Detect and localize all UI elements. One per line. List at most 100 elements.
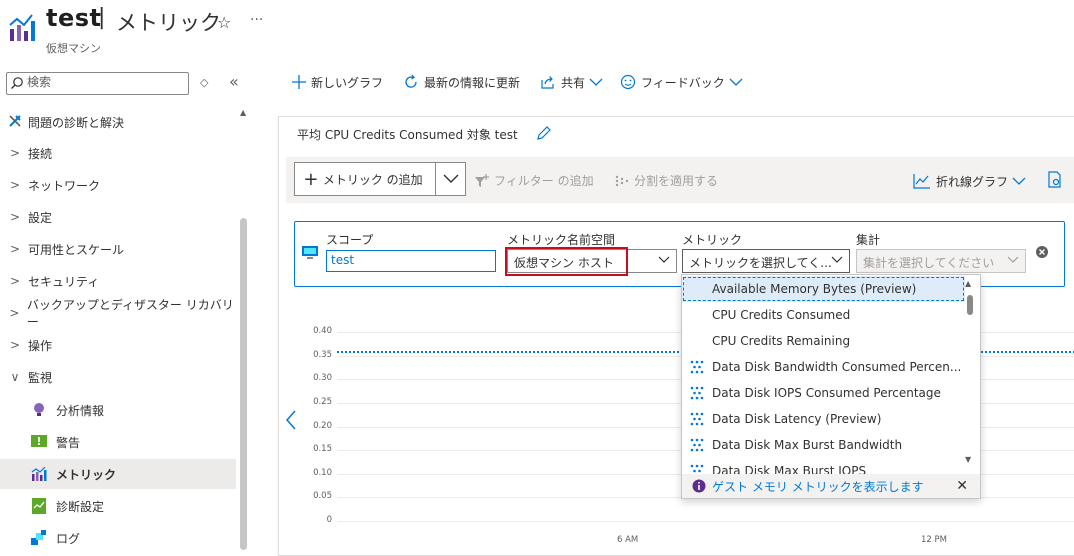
chevron-down-icon: ∨ <box>10 370 20 384</box>
virtual-machine-icon <box>302 246 318 259</box>
dropdown-option[interactable]: Available Memory Bytes (Preview) <box>682 276 965 302</box>
feedback-button[interactable]: フィードバック <box>620 72 743 92</box>
sidebar-item-connect[interactable]: > 接続 <box>0 138 236 168</box>
aggregation-label: 集計 <box>856 233 881 247</box>
sidebar-item-metrics[interactable]: メトリック <box>0 459 236 489</box>
star-icon[interactable]: ☆ <box>217 13 231 32</box>
dropdown-option[interactable]: Data Disk Latency (Preview) <box>682 406 965 432</box>
multi-dimension-icon <box>682 412 712 426</box>
blade-title: メトリック <box>116 11 221 35</box>
sidebar-item-security[interactable]: > セキュリティ <box>0 266 236 296</box>
sidebar-item-network[interactable]: > ネットワーク <box>0 170 236 200</box>
chevron-down-icon <box>1012 176 1026 186</box>
dropdown-option[interactable]: CPU Credits Consumed <box>682 302 965 328</box>
sidebar-scrollbar[interactable] <box>240 218 247 550</box>
y-tick-label: 0.30 <box>313 373 332 384</box>
remove-metric-icon[interactable] <box>1035 245 1049 259</box>
sidebar-item-diagnose[interactable]: 問題の診断と解決 <box>0 107 236 137</box>
y-tick-label: 0.40 <box>313 326 332 336</box>
sidebar-item-label: 分析情報 <box>56 403 105 418</box>
expand-collapse-icon[interactable]: ◇ <box>200 76 208 89</box>
add-metric-button[interactable]: + メトリック の追加 <box>294 162 466 196</box>
sidebar-item-alerts[interactable]: 警告 <box>0 427 236 457</box>
dropdown-option-label: Data Disk IOPS Consumed Percentage <box>712 386 941 400</box>
chevron-right-icon: > <box>9 146 21 160</box>
dropdown-scrollbar[interactable] <box>967 295 973 315</box>
sidebar-item-label: セキュリティ <box>28 274 100 289</box>
scroll-up-icon[interactable]: ▲ <box>240 108 246 117</box>
chevron-left-icon[interactable] <box>285 410 297 430</box>
dropdown-option[interactable]: Data Disk Max Burst Bandwidth <box>682 432 965 458</box>
sidebar-item-diagnostic-settings[interactable]: 診断設定 <box>0 491 236 521</box>
sidebar-item-label: 設定 <box>28 210 53 225</box>
chevron-down-icon <box>831 255 843 265</box>
chevron-down-icon <box>729 77 743 87</box>
logs-icon <box>30 529 48 547</box>
share-button[interactable]: 共有 <box>540 72 603 92</box>
ellipsis-icon[interactable]: ··· <box>250 12 263 28</box>
scope-input[interactable]: test <box>326 250 496 272</box>
title-separator: | <box>98 5 106 30</box>
new-chart-button[interactable]: 新しいグラフ <box>292 72 383 92</box>
sidebar-item-backup[interactable]: > バックアップとディザスター リカバリー <box>0 298 236 329</box>
dropdown-option-label: Data Disk Latency (Preview) <box>712 412 882 426</box>
sidebar-item-availability[interactable]: > 可用性とスケール <box>0 234 236 264</box>
dropdown-option[interactable]: Data Disk Bandwidth Consumed Percen... <box>682 354 965 380</box>
dropdown-option[interactable]: Data Disk IOPS Consumed Percentage <box>682 380 965 406</box>
export-icon[interactable] <box>1046 171 1064 189</box>
chevron-right-icon: > <box>9 210 21 224</box>
share-icon <box>540 74 556 90</box>
dropdown-option-label: Data Disk Bandwidth Consumed Percen... <box>712 360 962 374</box>
refresh-label: 最新の情報に更新 <box>424 75 521 90</box>
add-filter-button[interactable]: フィルター の追加 <box>474 172 594 189</box>
sidebar-item-label: 問題の診断と解決 <box>28 115 125 130</box>
search-icon <box>11 77 23 89</box>
multi-dimension-icon <box>682 386 712 400</box>
diagnostic-settings-icon <box>30 497 48 515</box>
sidebar-item-logs[interactable]: ログ <box>0 523 236 553</box>
apply-split-button[interactable]: 分割を適用する <box>614 172 718 189</box>
namespace-label: メトリック名前空間 <box>507 233 616 247</box>
dropdown-option[interactable]: CPU Credits Remaining <box>682 328 965 354</box>
y-tick-label: 0.20 <box>313 420 332 431</box>
collapse-sidebar-icon[interactable]: « <box>229 72 239 91</box>
sidebar-item-settings[interactable]: > 設定 <box>0 202 236 232</box>
apply-split-label: 分割を適用する <box>634 174 719 188</box>
pencil-icon[interactable] <box>536 125 552 141</box>
sidebar-item-label: 監視 <box>28 370 53 385</box>
search-input[interactable] <box>27 75 182 89</box>
dropdown-option-label: CPU Credits Consumed <box>712 308 851 322</box>
x-tick-label: 6 AM <box>617 535 639 545</box>
sidebar-item-monitoring[interactable]: ∨ 監視 <box>0 362 236 392</box>
chevron-right-icon: > <box>9 338 21 352</box>
sidebar-search[interactable] <box>6 72 189 95</box>
x-tick-label: 12 PM <box>921 535 947 545</box>
chevron-right-icon: > <box>9 306 20 320</box>
highlight-box <box>505 247 628 276</box>
metric-dropdown[interactable]: メトリックを選択してく... <box>682 249 850 273</box>
chevron-right-icon: > <box>9 274 21 288</box>
aggregation-dropdown[interactable]: 集計を選択してください <box>856 249 1026 273</box>
y-tick-label: 0 <box>326 515 332 525</box>
sidebar-item-label: バックアップとディザスター リカバリー <box>26 298 234 329</box>
multi-dimension-icon <box>682 360 712 374</box>
y-tick-label: 0.05 <box>313 491 332 502</box>
chevron-down-icon[interactable] <box>436 174 465 184</box>
sidebar-item-insights[interactable]: 分析情報 <box>0 395 236 425</box>
guest-metrics-link[interactable]: ゲスト メモリ メトリックを表示します <box>712 478 924 495</box>
scroll-up-icon[interactable]: ▲ <box>965 279 971 288</box>
smiley-icon <box>620 74 636 90</box>
scroll-down-icon[interactable]: ▼ <box>965 455 971 464</box>
sidebar-item-label: 操作 <box>28 338 53 353</box>
split-icon <box>614 174 630 188</box>
sidebar-item-label: 警告 <box>56 435 81 450</box>
sidebar-item-operations[interactable]: > 操作 <box>0 330 236 360</box>
refresh-button[interactable]: 最新の情報に更新 <box>403 72 520 92</box>
plus-icon: + <box>303 168 319 190</box>
close-icon[interactable]: ✕ <box>956 478 968 494</box>
sidebar-item-label: ネットワーク <box>28 178 101 193</box>
line-chart-button[interactable]: 折れ線グラフ <box>913 171 1026 191</box>
dropdown-option-label: Available Memory Bytes (Preview) <box>712 282 917 296</box>
line-chart-label: 折れ線グラフ <box>936 174 1009 189</box>
plus-icon <box>292 75 306 89</box>
